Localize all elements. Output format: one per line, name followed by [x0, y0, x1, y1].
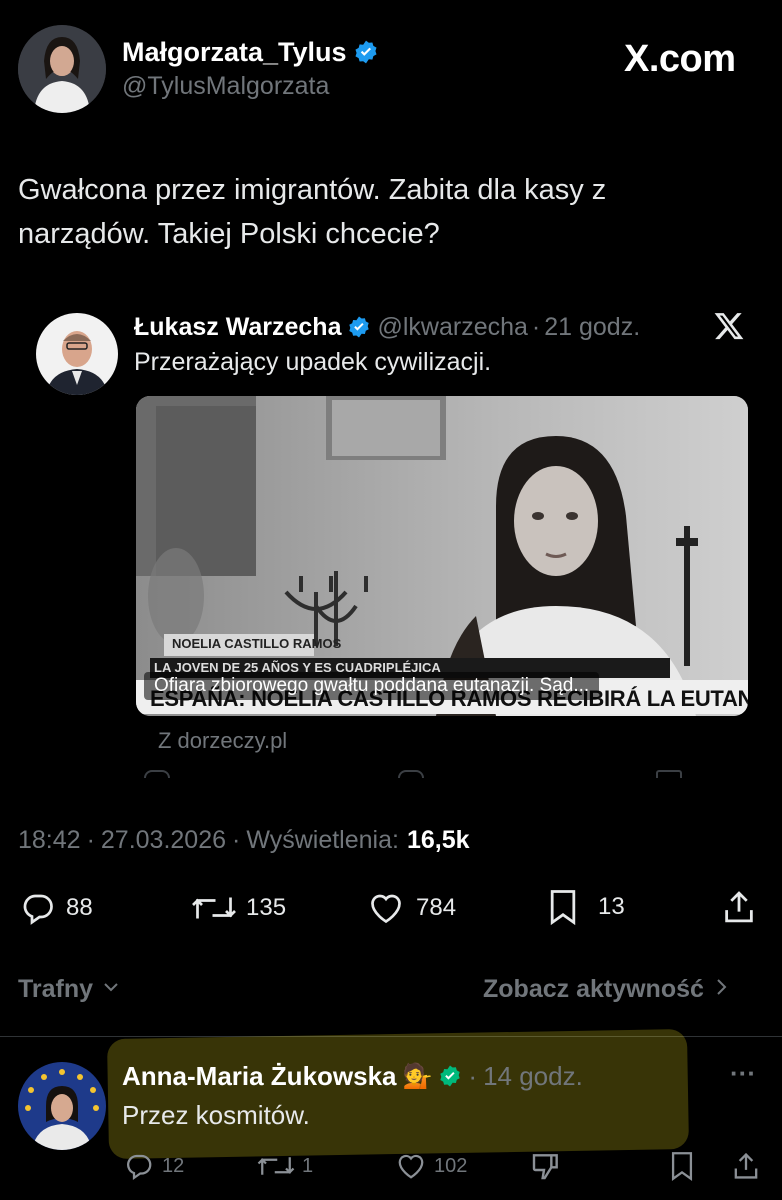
share-icon: [722, 888, 756, 926]
reply-button[interactable]: 88: [20, 890, 93, 926]
reply-timestamp[interactable]: 14 godz.: [483, 1061, 583, 1092]
reply-verified-badge-icon: [438, 1064, 462, 1088]
reply-icon: [20, 890, 56, 926]
quoted-author-name[interactable]: Łukasz Warzecha: [134, 313, 341, 342]
media-name-tag: NOELIA CASTILLO RAMOS: [172, 636, 342, 651]
highlight-marker: [106, 1028, 690, 1160]
dislike-button[interactable]: [530, 1150, 562, 1182]
tweet-time[interactable]: 18:42: [18, 826, 81, 855]
repost-icon: [190, 890, 238, 926]
reply-reply-count: 12: [162, 1154, 185, 1177]
chevron-right-icon: [714, 976, 730, 1003]
reply-author-avatar[interactable]: [18, 1062, 106, 1150]
more-options-icon[interactable]: ···: [730, 1058, 756, 1089]
quoted-author-avatar[interactable]: [36, 313, 118, 395]
sort-label: Trafny: [18, 974, 94, 1003]
reply-count: 88: [66, 894, 93, 921]
bookmark-count: 13: [598, 893, 625, 920]
bookmark-icon: [546, 888, 580, 926]
sort-dropdown[interactable]: Trafny: [18, 972, 121, 1006]
author-handle[interactable]: @TylusMalgorzata: [122, 72, 329, 101]
tweet-text: Gwałcona przez imigrantów. Zabita dla ka…: [18, 174, 607, 250]
quoted-tweet-text: Przerażający upadek cywilizacji.: [134, 348, 492, 376]
separator-dot: ·: [468, 1060, 478, 1091]
quoted-timestamp[interactable]: 21 godz.: [544, 313, 640, 342]
downvote-icon: [530, 1150, 562, 1182]
reply-like-count: 102: [434, 1154, 468, 1177]
bookmark-icon: [668, 1150, 696, 1182]
repost-icon: [256, 1151, 296, 1181]
view-activity-link[interactable]: Zobacz aktywność: [483, 972, 730, 1006]
quoted-author-handle[interactable]: @lkwarzecha: [377, 313, 527, 342]
reply-repost-count: 1: [302, 1154, 314, 1177]
separator-dot: ·: [531, 312, 541, 341]
separator-dot: ·: [86, 825, 95, 854]
tweet-date[interactable]: 27.03.2026: [101, 826, 226, 855]
x-logo-icon: [712, 310, 746, 347]
views-label: Wyświetlenia:: [246, 825, 399, 854]
view-activity-label: Zobacz aktywność: [483, 974, 704, 1003]
verified-badge-icon: [353, 39, 379, 65]
media-caption: Ofiara zbiorowego gwałtu poddana eutanaz…: [144, 672, 734, 700]
x-logo-watermark: X.com: [624, 38, 736, 80]
reply-author-name[interactable]: Anna-Maria Żukowska: [122, 1061, 397, 1092]
reply-repost-button[interactable]: 1: [256, 1150, 313, 1182]
quoted-verified-badge-icon: [347, 315, 371, 339]
heart-icon: [366, 890, 406, 926]
like-button[interactable]: 784: [366, 890, 456, 926]
repost-button[interactable]: 135: [190, 890, 286, 926]
reply-like-button[interactable]: 102: [394, 1150, 467, 1182]
repost-count: 135: [246, 894, 287, 921]
author-avatar[interactable]: [18, 25, 106, 113]
bookmark-button[interactable]: 13: [546, 888, 625, 926]
separator-dot: ·: [232, 825, 241, 854]
views-count: 16,5k: [406, 825, 470, 854]
author-name[interactable]: Małgorzata_Tylus: [122, 37, 347, 68]
reply-reply-button[interactable]: 12: [124, 1150, 184, 1182]
share-button[interactable]: [722, 888, 756, 926]
quoted-media-image[interactable]: NOELIA CASTILLO RAMOS LA JOVEN DE 25 AÑO…: [136, 396, 748, 716]
media-caption-text: Ofiara zbiorowego gwałtu poddana eutanaz…: [154, 675, 590, 696]
chevron-down-icon: [101, 977, 121, 1002]
reply-bookmark-button[interactable]: [668, 1150, 696, 1182]
like-count: 784: [416, 894, 457, 921]
share-icon: [732, 1150, 760, 1182]
emoji-icon: 💁: [402, 1062, 433, 1090]
media-source-link[interactable]: Z dorzeczy.pl: [158, 728, 287, 754]
reply-icon: [124, 1151, 154, 1181]
reply-text: Przez kosmitów.: [122, 1100, 310, 1130]
reply-share-button[interactable]: [732, 1150, 760, 1182]
quoted-actions-cutoff: [136, 770, 748, 778]
heart-icon: [394, 1151, 428, 1181]
